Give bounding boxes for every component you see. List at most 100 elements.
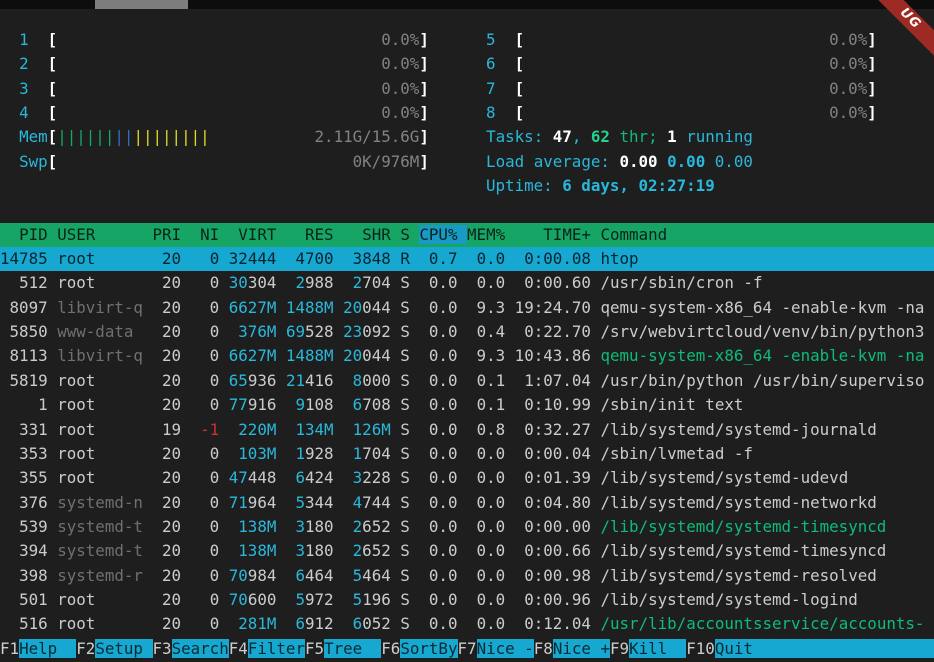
spacer xyxy=(457,517,467,536)
cell-value: 0.0 xyxy=(477,468,506,487)
spacer xyxy=(419,493,429,512)
cell-pid: 5819 xyxy=(0,371,57,390)
fnkey-tree[interactable]: F5Tree xyxy=(305,639,381,658)
column-header-pri[interactable]: PRI xyxy=(153,225,191,244)
fnkey-sortby[interactable]: F6SortBy xyxy=(381,639,457,658)
spacer xyxy=(229,614,239,633)
process-row[interactable]: 501 root 20 0 70600 5972 5196 S 0.0 0.0 … xyxy=(0,588,934,612)
spacer xyxy=(48,493,58,512)
cell-value: root xyxy=(57,590,95,609)
spacer xyxy=(95,468,143,487)
spacer xyxy=(57,30,381,49)
cell-value: 20 xyxy=(162,614,181,633)
column-header-res[interactable]: RES xyxy=(286,225,343,244)
spacer xyxy=(95,273,143,292)
cell-time: 0:00.60 xyxy=(515,273,601,292)
spacer xyxy=(505,249,515,268)
process-row[interactable]: 398 systemd-r 20 0 70984 6464 5464 S 0.0… xyxy=(0,564,934,588)
process-row[interactable]: 8113 libvirt-q 20 0 6627M 1488M 20044 S … xyxy=(0,344,934,368)
cpu-meter-value: 0.0% xyxy=(829,103,867,122)
column-header-mem[interactable]: MEM% xyxy=(467,225,515,244)
fnkey-search[interactable]: F3Search xyxy=(153,639,229,658)
spacer xyxy=(467,468,477,487)
cell-value: 0.0 xyxy=(429,493,458,512)
cell-value: 23 xyxy=(343,322,362,341)
spacer xyxy=(458,395,468,414)
column-header-time[interactable]: TIME+ xyxy=(515,225,601,244)
cell-value: root xyxy=(57,444,95,463)
cell-mem: 0.1 xyxy=(467,371,515,390)
spacer xyxy=(419,298,429,317)
cell-user: root xyxy=(57,249,152,268)
process-row[interactable]: 8097 libvirt-q 20 0 6627M 1488M 20044 S … xyxy=(0,296,934,320)
spacer xyxy=(515,590,525,609)
fnkey-help[interactable]: F1Help xyxy=(0,639,76,658)
cpu-meter-row: 1 [ 0.0%] 5 [ 0.0%] xyxy=(0,28,934,52)
column-header-s[interactable]: S xyxy=(400,225,419,244)
cell-value: 20 xyxy=(162,273,181,292)
process-row[interactable]: 512 root 20 0 30304 2988 2704 S 0.0 0.0 … xyxy=(0,271,934,295)
cell-user: root xyxy=(57,395,152,414)
column-header-cmd[interactable]: Command xyxy=(600,225,934,244)
process-row[interactable]: 353 root 20 0 103M 1928 1704 S 0.0 0.0 0… xyxy=(0,442,934,466)
spacer xyxy=(515,322,525,341)
cell-virt: 281M xyxy=(229,614,286,633)
cell-value: S xyxy=(400,346,410,365)
spacer xyxy=(467,346,477,365)
cell-value: 4 xyxy=(353,493,363,512)
cell-user: systemd-r xyxy=(57,566,152,585)
spacer xyxy=(505,273,515,292)
spacer xyxy=(276,517,286,536)
spacer xyxy=(0,493,19,512)
process-row[interactable]: 14785 root 20 0 32444 4700 3848 R 0.7 0.… xyxy=(0,247,934,271)
process-row[interactable]: 539 systemd-t 20 0 138M 3180 2652 S 0.0 … xyxy=(0,515,934,539)
cell-mem: 0.0 xyxy=(467,273,515,292)
fnkey-nice-[interactable]: F7Nice - xyxy=(458,639,534,658)
cell-pri: 20 xyxy=(152,493,190,512)
spacer xyxy=(410,346,420,365)
spacer xyxy=(515,249,525,268)
process-row[interactable]: 1 root 20 0 77916 9108 6708 S 0.0 0.1 0:… xyxy=(0,393,934,417)
fnkey-filter[interactable]: F4Filter xyxy=(229,639,305,658)
column-header-shr[interactable]: SHR xyxy=(343,225,400,244)
fnkey-number: F6 xyxy=(381,639,400,658)
column-header-label: PID xyxy=(19,225,48,244)
process-row[interactable]: 355 root 20 0 47448 6424 3228 S 0.0 0.0 … xyxy=(0,466,934,490)
process-row[interactable]: 394 systemd-t 20 0 138M 3180 2652 S 0.0 … xyxy=(0,539,934,563)
cpu-meter-value: 0.0% xyxy=(381,79,419,98)
mem-meter-value: 2.11G/15.6G xyxy=(315,127,420,146)
spacer xyxy=(95,444,143,463)
cell-pri: 20 xyxy=(153,273,191,292)
spacer xyxy=(219,468,229,487)
fnkey-quit[interactable]: F10Quit xyxy=(686,639,753,658)
cell-value: S xyxy=(400,298,410,317)
process-row[interactable]: 5850 www-data 20 0 376M 69528 23092 S 0.… xyxy=(0,320,934,344)
spacer xyxy=(505,444,515,463)
process-row[interactable]: 516 root 20 0 281M 6912 6052 S 0.0 0.0 0… xyxy=(0,612,934,636)
cell-pri: 20 xyxy=(153,614,191,633)
process-row[interactable]: 376 systemd-n 20 0 71964 5344 4744 S 0.0… xyxy=(0,491,934,515)
tasks-segment: Tasks: xyxy=(486,127,553,146)
cpu-meter-row: 2 [ 0.0%] 6 [ 0.0%] xyxy=(0,52,934,76)
spacer xyxy=(57,54,381,73)
fnkey-setup[interactable]: F2Setup xyxy=(76,639,152,658)
fnkey-kill[interactable]: F9Kill xyxy=(610,639,686,658)
column-header-pid[interactable]: PID xyxy=(0,225,57,244)
cell-cmd: /srv/webvirtcloud/venv/bin/python3 xyxy=(600,322,924,341)
column-header-virt[interactable]: VIRT xyxy=(229,225,286,244)
fnkey-nice-[interactable]: F8Nice + xyxy=(534,639,610,658)
process-row[interactable]: 5819 root 20 0 65936 21416 8000 S 0.0 0.… xyxy=(0,369,934,393)
column-header-ni[interactable]: NI xyxy=(191,225,229,244)
cell-shr: 6052 xyxy=(343,614,400,633)
spacer xyxy=(276,273,286,292)
cell-value: 5850 xyxy=(10,322,48,341)
cell-value: 5 xyxy=(353,590,363,609)
process-row[interactable]: 331 root 19 -1 220M 134M 126M S 0.0 0.8 … xyxy=(0,418,934,442)
cell-value: /srv/webvirtcloud/venv/bin/python3 xyxy=(600,322,924,341)
column-header-cpu[interactable]: CPU% xyxy=(419,225,467,244)
cell-shr: 2652 xyxy=(343,517,400,536)
meter-close-bracket: ] xyxy=(867,79,877,98)
spacer xyxy=(458,249,468,268)
cell-cpu: 0.0 xyxy=(419,273,467,292)
column-header-user[interactable]: USER xyxy=(57,225,152,244)
